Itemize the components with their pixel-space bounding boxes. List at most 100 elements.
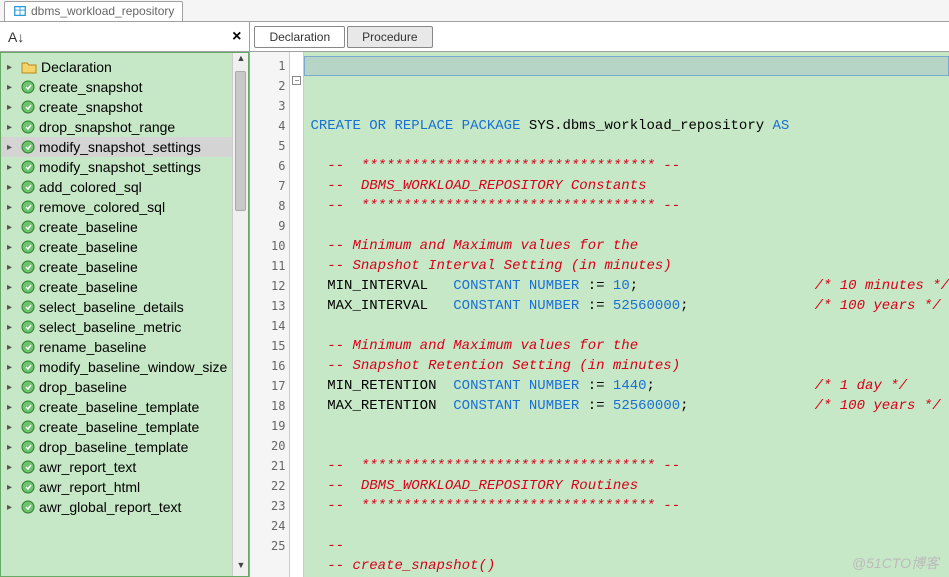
- chevron-right-icon: ▸: [7, 282, 17, 293]
- tree-item-create_baseline_template[interactable]: ▸create_baseline_template: [1, 417, 248, 437]
- tree-item-modify_snapshot_settings[interactable]: ▸modify_snapshot_settings: [1, 137, 248, 157]
- tree-item-create_baseline[interactable]: ▸create_baseline: [1, 237, 248, 257]
- chevron-right-icon: ▸: [7, 242, 17, 253]
- code-line[interactable]: MIN_RETENTION CONSTANT NUMBER := 1440; /…: [310, 376, 949, 396]
- sort-button[interactable]: A↓: [8, 29, 24, 45]
- code-line[interactable]: [310, 436, 949, 456]
- close-icon[interactable]: ×: [232, 28, 241, 46]
- tree-item-create_baseline[interactable]: ▸create_baseline: [1, 217, 248, 237]
- code-line[interactable]: -- Minimum and Maximum values for the: [310, 336, 949, 356]
- chevron-right-icon: ▸: [7, 222, 17, 233]
- tree-item-select_baseline_metric[interactable]: ▸select_baseline_metric: [1, 317, 248, 337]
- file-tab[interactable]: dbms_workload_repository: [4, 1, 183, 21]
- line-number: 14: [250, 316, 285, 336]
- scroll-thumb[interactable]: [235, 71, 246, 211]
- code-content[interactable]: CREATE OR REPLACE PACKAGE SYS.dbms_workl…: [304, 52, 949, 577]
- chevron-right-icon: ▸: [7, 462, 17, 473]
- line-number: 1: [250, 56, 285, 76]
- line-number: 24: [250, 516, 285, 536]
- chevron-right-icon: ▸: [7, 62, 17, 73]
- chevron-right-icon: ▸: [7, 302, 17, 313]
- code-line[interactable]: [310, 416, 949, 436]
- tree-item-create_baseline[interactable]: ▸create_baseline: [1, 277, 248, 297]
- tree-item-awr_global_report_text[interactable]: ▸awr_global_report_text: [1, 497, 248, 517]
- chevron-right-icon: ▸: [7, 82, 17, 93]
- code-line[interactable]: [310, 136, 949, 156]
- code-line[interactable]: --: [310, 536, 949, 556]
- editor-area: DeclarationProcedure 1234567891011121314…: [250, 22, 949, 577]
- tree-item-create_baseline[interactable]: ▸create_baseline: [1, 257, 248, 277]
- tree-item-drop_baseline_template[interactable]: ▸drop_baseline_template: [1, 437, 248, 457]
- line-number: 8: [250, 196, 285, 216]
- line-number: 9: [250, 216, 285, 236]
- code-line[interactable]: CREATE OR REPLACE PACKAGE SYS.dbms_workl…: [310, 116, 949, 136]
- code-line[interactable]: [310, 216, 949, 236]
- code-line[interactable]: -- DBMS_WORKLOAD_REPOSITORY Constants: [310, 176, 949, 196]
- tree-item-awr_report_text[interactable]: ▸awr_report_text: [1, 457, 248, 477]
- line-number: 3: [250, 96, 285, 116]
- line-number: 6: [250, 156, 285, 176]
- line-number-gutter: 1234567891011121314151617181920212223242…: [250, 52, 290, 577]
- tree-item-rename_baseline[interactable]: ▸rename_baseline: [1, 337, 248, 357]
- package-icon: [13, 4, 27, 18]
- chevron-right-icon: ▸: [7, 442, 17, 453]
- object-tree[interactable]: ▸Declaration▸create_snapshot▸create_snap…: [0, 52, 249, 577]
- sidebar: A↓ × ▸Declaration▸create_snapshot▸create…: [0, 22, 250, 577]
- chevron-right-icon: ▸: [7, 322, 17, 333]
- code-line[interactable]: MIN_INTERVAL CONSTANT NUMBER := 10; /* 1…: [310, 276, 949, 296]
- chevron-right-icon: ▸: [7, 342, 17, 353]
- title-tab-bar: dbms_workload_repository: [0, 0, 949, 22]
- line-number: 17: [250, 376, 285, 396]
- line-number: 19: [250, 416, 285, 436]
- code-line[interactable]: MAX_RETENTION CONSTANT NUMBER := 5256000…: [310, 396, 949, 416]
- tree-item-drop_baseline[interactable]: ▸drop_baseline: [1, 377, 248, 397]
- tree-item-modify_snapshot_settings[interactable]: ▸modify_snapshot_settings: [1, 157, 248, 177]
- chevron-right-icon: ▸: [7, 382, 17, 393]
- tree-item-create_baseline_template[interactable]: ▸create_baseline_template: [1, 397, 248, 417]
- line-number: 10: [250, 236, 285, 256]
- line-number: 2: [250, 76, 285, 96]
- line-number: 16: [250, 356, 285, 376]
- code-line[interactable]: -- *********************************** -…: [310, 456, 949, 476]
- tree-item-add_colored_sql[interactable]: ▸add_colored_sql: [1, 177, 248, 197]
- main-split: A↓ × ▸Declaration▸create_snapshot▸create…: [0, 22, 949, 577]
- code-line[interactable]: [310, 516, 949, 536]
- code-line[interactable]: -- create_snapshot(): [310, 556, 949, 576]
- code-line[interactable]: -- DBMS_WORKLOAD_REPOSITORY Routines: [310, 476, 949, 496]
- chevron-right-icon: ▸: [7, 482, 17, 493]
- editor-tab-bar: DeclarationProcedure: [250, 22, 949, 52]
- line-number: 21: [250, 456, 285, 476]
- code-line[interactable]: -- *********************************** -…: [310, 196, 949, 216]
- scroll-down-icon[interactable]: ▼: [233, 560, 248, 576]
- fold-toggle-icon[interactable]: −: [292, 76, 301, 85]
- tree-item-awr_report_html[interactable]: ▸awr_report_html: [1, 477, 248, 497]
- tree-item-select_baseline_details[interactable]: ▸select_baseline_details: [1, 297, 248, 317]
- tree-item-create_snapshot[interactable]: ▸create_snapshot: [1, 77, 248, 97]
- scroll-up-icon[interactable]: ▲: [233, 53, 248, 69]
- tree-folder-declaration[interactable]: ▸Declaration: [1, 57, 248, 77]
- tree-item-remove_colored_sql[interactable]: ▸remove_colored_sql: [1, 197, 248, 217]
- code-line[interactable]: -- *********************************** -…: [310, 496, 949, 516]
- code-line[interactable]: -- Snapshot Retention Setting (in minute…: [310, 356, 949, 376]
- tree-item-modify_baseline_window_size[interactable]: ▸modify_baseline_window_size: [1, 357, 248, 377]
- tree-scrollbar[interactable]: ▲ ▼: [232, 53, 248, 576]
- fold-gutter[interactable]: −: [290, 52, 304, 577]
- chevron-right-icon: ▸: [7, 162, 17, 173]
- code-line[interactable]: -- Minimum and Maximum values for the: [310, 236, 949, 256]
- code-line[interactable]: MAX_INTERVAL CONSTANT NUMBER := 52560000…: [310, 296, 949, 316]
- sidebar-toolbar: A↓ ×: [0, 22, 249, 52]
- line-number: 20: [250, 436, 285, 456]
- tree-item-create_snapshot[interactable]: ▸create_snapshot: [1, 97, 248, 117]
- chevron-right-icon: ▸: [7, 502, 17, 513]
- chevron-right-icon: ▸: [7, 122, 17, 133]
- editor-tab-procedure[interactable]: Procedure: [347, 26, 432, 48]
- code-line[interactable]: [310, 316, 949, 336]
- code-editor[interactable]: 1234567891011121314151617181920212223242…: [250, 52, 949, 577]
- code-line[interactable]: -- Snapshot Interval Setting (in minutes…: [310, 256, 949, 276]
- tree-item-drop_snapshot_range[interactable]: ▸drop_snapshot_range: [1, 117, 248, 137]
- code-line[interactable]: -- *********************************** -…: [310, 156, 949, 176]
- line-number: 12: [250, 276, 285, 296]
- editor-tab-declaration[interactable]: Declaration: [254, 26, 345, 48]
- line-number: 13: [250, 296, 285, 316]
- chevron-right-icon: ▸: [7, 362, 17, 373]
